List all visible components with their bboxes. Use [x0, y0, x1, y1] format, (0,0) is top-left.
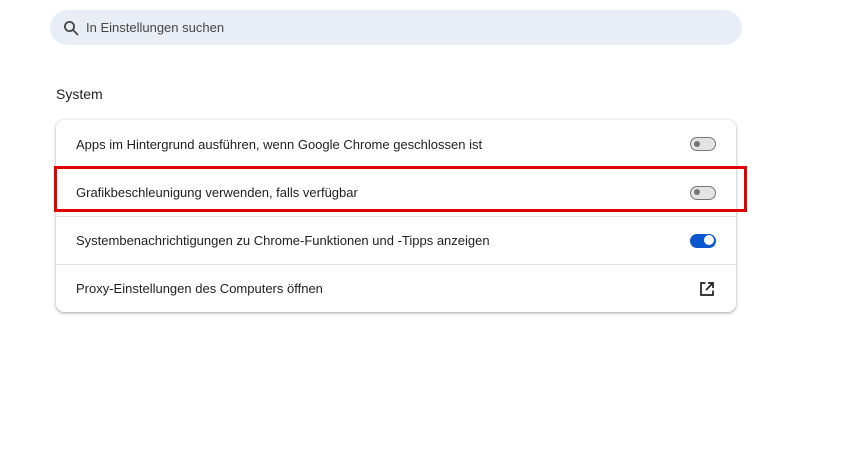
setting-row-hardware-acceleration[interactable]: Grafikbeschleunigung verwenden, falls ve…: [56, 168, 736, 216]
setting-label: Proxy-Einstellungen des Computers öffnen: [76, 281, 323, 296]
search-icon[interactable]: [62, 19, 80, 37]
search-bar[interactable]: [50, 10, 742, 45]
toggle-knob: [694, 140, 700, 147]
background-apps-toggle[interactable]: [690, 137, 716, 151]
setting-row-system-notifications[interactable]: Systembenachrichtigungen zu Chrome-Funkt…: [56, 216, 736, 264]
search-input[interactable]: [86, 20, 686, 35]
setting-label: Grafikbeschleunigung verwenden, falls ve…: [76, 185, 358, 200]
open-in-new-icon[interactable]: [698, 280, 716, 298]
toggle-knob: [694, 189, 700, 195]
section-title: System: [56, 86, 103, 102]
toggle-knob: [703, 235, 714, 245]
setting-row-proxy-settings[interactable]: Proxy-Einstellungen des Computers öffnen: [56, 264, 736, 312]
setting-row-background-apps[interactable]: Apps im Hintergrund ausführen, wenn Goog…: [56, 120, 736, 168]
system-settings-card: Apps im Hintergrund ausführen, wenn Goog…: [56, 120, 736, 312]
system-notifications-toggle[interactable]: [690, 233, 716, 248]
setting-label: Apps im Hintergrund ausführen, wenn Goog…: [76, 136, 483, 152]
setting-label: Systembenachrichtigungen zu Chrome-Funkt…: [76, 233, 490, 248]
hardware-acceleration-toggle[interactable]: [690, 185, 716, 200]
settings-page: System Apps im Hintergrund ausführen, we…: [0, 0, 859, 460]
